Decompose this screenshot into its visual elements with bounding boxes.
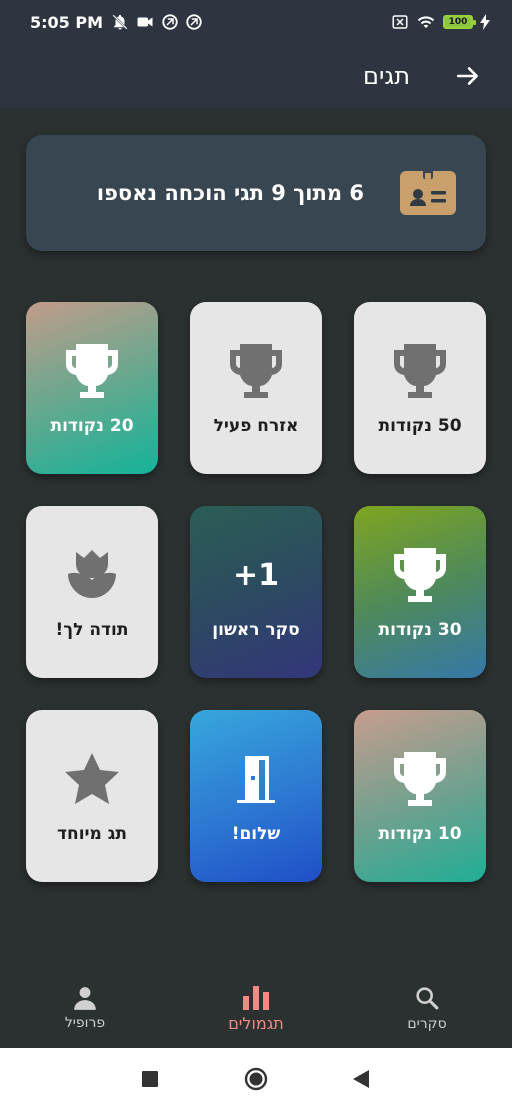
star-icon [26,746,158,812]
plus-one-text: +1 [232,557,279,593]
trophy-icon [354,746,486,812]
badge-first-survey[interactable]: +1 סקר ראשון [190,506,322,678]
trophy-icon [354,542,486,608]
back-nav-button[interactable] [346,1064,376,1094]
plus-one-icon: +1 [190,542,322,608]
badge-10-points[interactable]: 10 נקודות [354,710,486,882]
badge-label: 20 נקודות [50,416,134,436]
bar-chart-icon [243,985,269,1010]
badge-50-points[interactable]: 50 נקודות [354,302,486,474]
badge-thank-you[interactable]: תודה לך! [26,506,158,678]
circle-icon [244,1067,268,1091]
badge-label: סקר ראשון [212,620,300,640]
badge-label: אזרח פעיל [213,416,299,436]
nav-label-profile: פרופיל [64,1015,106,1031]
badge-special[interactable]: תג מיוחד [26,710,158,882]
badge-hello[interactable]: שלום! [190,710,322,882]
badge-grid: 50 נקודות אזרח פעיל 20 נקודות 30 נקודות … [0,0,512,900]
badge-20-points[interactable]: 20 נקודות [26,302,158,474]
square-icon [142,1071,158,1087]
nav-label-surveys: סקרים [407,1016,447,1032]
home-button[interactable] [241,1064,271,1094]
door-icon [190,746,322,812]
person-icon [74,987,96,1010]
badge-label: 10 נקודות [378,824,462,844]
search-icon [416,987,439,1010]
badge-30-points[interactable]: 30 נקודות [354,506,486,678]
badge-label: שלום! [231,824,281,844]
nav-item-rewards[interactable]: תגמולים [171,968,341,1048]
nav-item-surveys[interactable]: סקרים [342,968,512,1048]
bottom-nav: סקרים תגמולים פרופיל [0,968,512,1048]
trophy-icon [26,338,158,404]
badge-active-citizen[interactable]: אזרח פעיל [190,302,322,474]
badge-label: 50 נקודות [378,416,462,436]
trophy-icon [190,338,322,404]
trophy-icon [354,338,486,404]
badge-label: תודה לך! [55,620,129,640]
recent-apps-button[interactable] [135,1064,165,1094]
badge-label: תג מיוחד [57,824,127,844]
triangle-back-icon [353,1070,369,1088]
badge-label: 30 נקודות [378,620,462,640]
nav-label-rewards: תגמולים [228,1013,284,1033]
system-nav-bar [0,1048,512,1110]
nav-item-profile[interactable]: פרופיל [0,968,170,1048]
tulip-icon [26,542,158,608]
